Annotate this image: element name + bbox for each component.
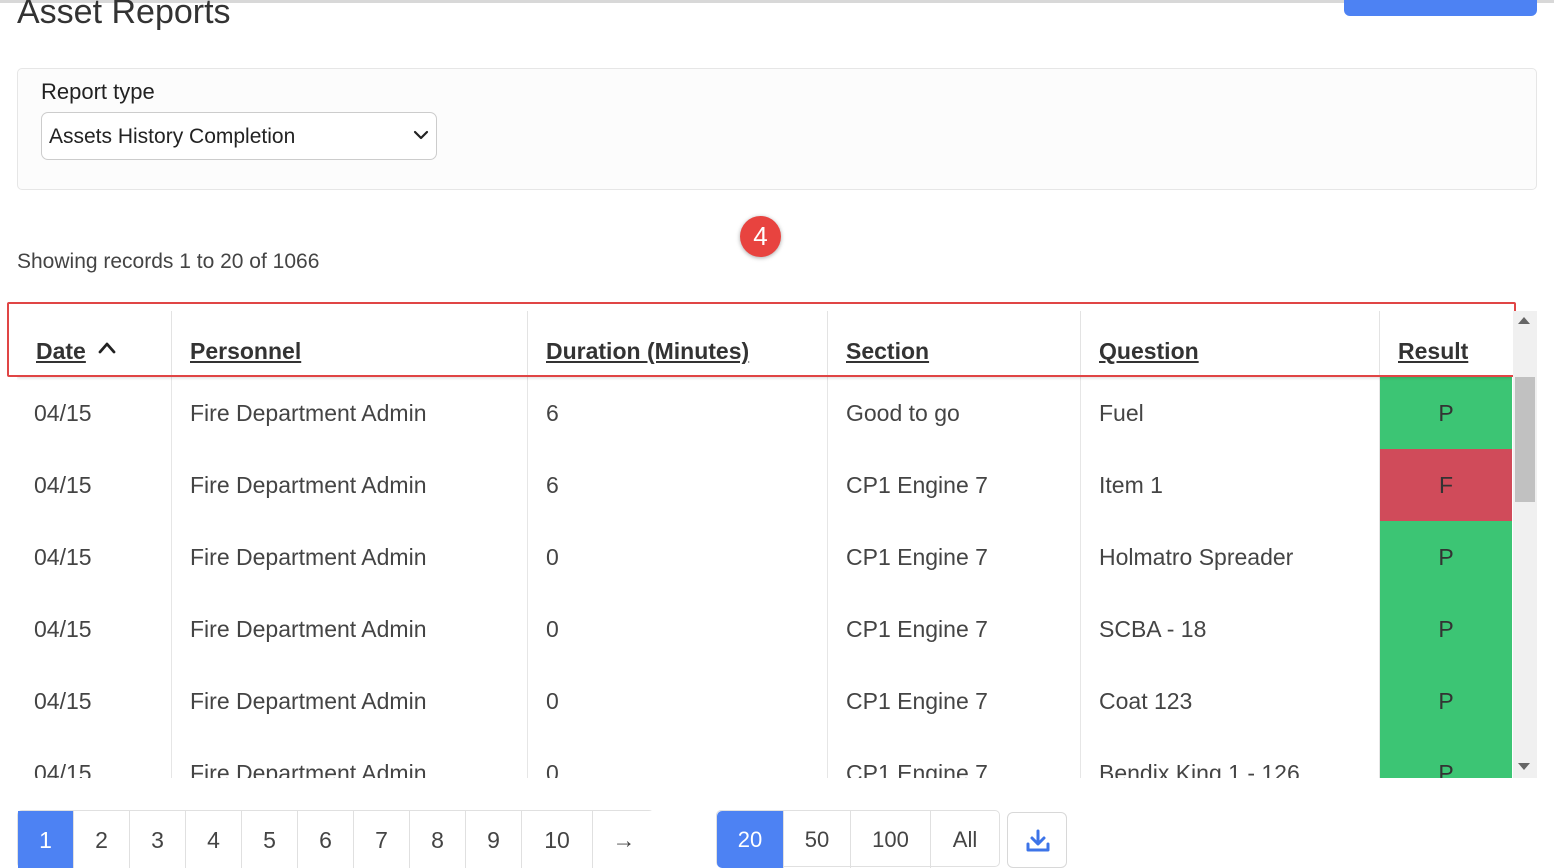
page-button-9[interactable]: 9 [466, 811, 522, 868]
download-icon [1026, 829, 1050, 852]
cell-section: Good to go [828, 377, 1081, 449]
cell-duration: 0 [528, 737, 828, 778]
cell-section: CP1 Engine 7 [828, 521, 1081, 593]
cell-duration: 6 [528, 377, 828, 449]
report-type-select[interactable]: Assets History Completion [41, 112, 437, 160]
report-type-selected-value: Assets History Completion [49, 125, 296, 148]
page-size-selector: 20 50 100 All [716, 810, 1000, 868]
header-highlight-box [7, 302, 1516, 377]
page-size-option-50[interactable]: 50 [784, 811, 851, 868]
table-row: 04/15 Fire Department Admin 0 CP1 Engine 7S… [17, 593, 1512, 665]
cell-result: P [1380, 737, 1512, 778]
cell-section: CP1 Engine 7 [828, 665, 1081, 737]
cell-personnel: Fire Department Admin [172, 521, 528, 593]
page-size-option-20[interactable]: 20 [717, 811, 784, 868]
cell-duration: 6 [528, 449, 828, 521]
scroll-up-arrow-icon[interactable] [1518, 317, 1530, 324]
cell-question: Coat 123 [1081, 665, 1380, 737]
report-type-label: Report type [41, 79, 155, 104]
page-button-8[interactable]: 8 [410, 811, 466, 868]
cell-personnel: Fire Department Admin [172, 593, 528, 665]
primary-action-button[interactable] [1344, 0, 1537, 16]
cell-section: CP1 Engine 7 [828, 593, 1081, 665]
cell-section: CP1 Engine 7 [828, 449, 1081, 521]
page-button-6[interactable]: 6 [298, 811, 354, 868]
report-table: 04/15 Fire Department Admin 6 Good to go Fue… [17, 311, 1512, 778]
page-button-10[interactable]: 10 [522, 811, 593, 868]
table-row: 04/15 Fire Department Admin 0 CP1 Engine 7C… [17, 665, 1512, 737]
cell-duration: 0 [528, 665, 828, 737]
cell-question: Fuel [1081, 377, 1380, 449]
chevron-down-icon [413, 130, 429, 140]
table-row: 04/15 Fire Department Admin 0 CP1 Engine 7H… [17, 521, 1512, 593]
top-divider [0, 0, 1554, 3]
next-page-button[interactable]: → [593, 811, 655, 868]
cell-result: F [1380, 449, 1512, 521]
cell-result: P [1380, 377, 1512, 449]
table-scrollbar[interactable] [1513, 311, 1537, 778]
cell-duration: 0 [528, 593, 828, 665]
cell-question: Bendix King 1 - 126 [1081, 737, 1380, 778]
cell-result: P [1380, 593, 1512, 665]
cell-personnel: Fire Department Admin [172, 449, 528, 521]
page-button-2[interactable]: 2 [74, 811, 130, 868]
cell-personnel: Fire Department Admin [172, 665, 528, 737]
page-title: Asset Reports [17, 0, 231, 31]
cell-result: P [1380, 665, 1512, 737]
page-button-7[interactable]: 7 [354, 811, 410, 868]
cell-personnel: Fire Department Admin [172, 737, 528, 778]
cell-date: 04/15 [17, 665, 172, 737]
cell-question: Item 1 [1081, 449, 1380, 521]
step-annotation-badge: 4 [740, 216, 781, 257]
table-row: 04/15 Fire Department Admin 6 Good to go Fue… [17, 377, 1512, 449]
cell-date: 04/15 [17, 377, 172, 449]
cell-duration: 0 [528, 521, 828, 593]
page-button-4[interactable]: 4 [186, 811, 242, 868]
cell-section: CP1 Engine 7 [828, 737, 1081, 778]
page-button-3[interactable]: 3 [130, 811, 186, 868]
page-button-1[interactable]: 1 [18, 811, 74, 868]
cell-date: 04/15 [17, 521, 172, 593]
cell-question: Holmatro Spreader [1081, 521, 1380, 593]
cell-result: P [1380, 521, 1512, 593]
page-size-option-all[interactable]: All [931, 811, 999, 868]
filter-card: Report type Assets History Completion [17, 68, 1537, 190]
cell-date: 04/15 [17, 737, 172, 778]
pagination: 1 2 3 4 5 6 7 8 9 10 → [17, 810, 655, 868]
page-size-option-100[interactable]: 100 [851, 811, 931, 868]
cell-question: SCBA - 18 [1081, 593, 1380, 665]
scroll-down-arrow-icon[interactable] [1518, 763, 1530, 770]
cell-date: 04/15 [17, 593, 172, 665]
cell-date: 04/15 [17, 449, 172, 521]
scroll-thumb[interactable] [1515, 377, 1535, 502]
table-row: 04/15 Fire Department Admin 0 CP1 Engine 7B… [17, 737, 1512, 778]
records-summary: Showing records 1 to 20 of 1066 [17, 250, 320, 273]
download-button[interactable] [1007, 812, 1067, 868]
page-button-5[interactable]: 5 [242, 811, 298, 868]
table-row: 04/15 Fire Department Admin 6 CP1 Engine 7I… [17, 449, 1512, 521]
cell-personnel: Fire Department Admin [172, 377, 528, 449]
